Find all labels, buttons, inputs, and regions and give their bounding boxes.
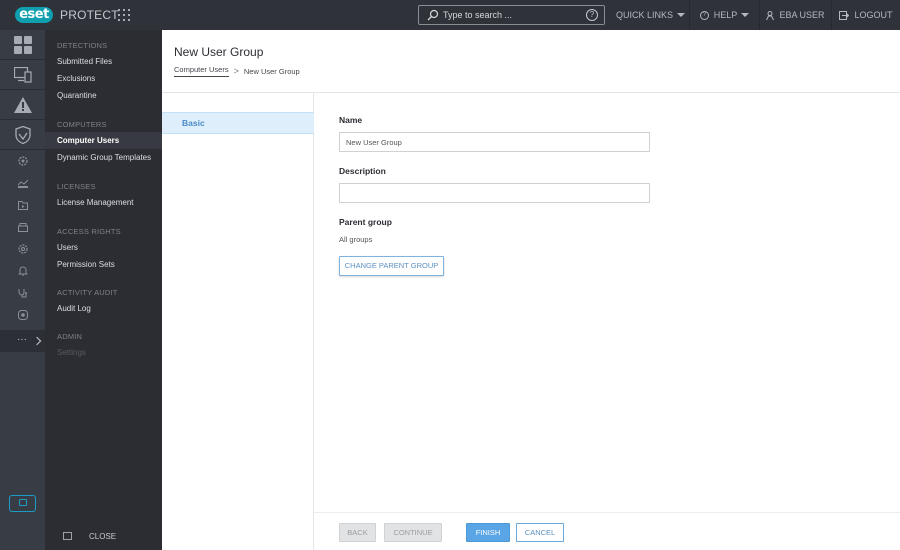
menu-heading-admin: ADMIN bbox=[57, 332, 83, 341]
name-label: Name bbox=[339, 115, 363, 125]
installers-icon bbox=[17, 222, 28, 232]
rail-policies[interactable] bbox=[0, 238, 45, 260]
menu-heading-licenses: LICENSES bbox=[57, 182, 96, 191]
chevron-right-icon: > bbox=[233, 66, 239, 76]
more-icon: ··· bbox=[17, 334, 27, 345]
chevron-right-icon bbox=[32, 336, 42, 346]
help-icon: ? bbox=[699, 10, 709, 20]
step-basic[interactable]: Basic bbox=[162, 112, 314, 134]
computers-icon bbox=[13, 66, 32, 83]
icon-rail: ··· bbox=[0, 30, 45, 550]
menu-item-submitted-files[interactable]: Submitted Files bbox=[45, 53, 162, 70]
description-input[interactable] bbox=[339, 183, 650, 203]
help-menu[interactable]: ? HELP bbox=[689, 0, 759, 30]
rail-more-tools[interactable] bbox=[0, 304, 45, 326]
collapse-icon bbox=[63, 532, 72, 540]
tasks-icon bbox=[17, 200, 28, 210]
detections-icon bbox=[13, 96, 32, 113]
menu-item-dynamic-group-templates[interactable]: Dynamic Group Templates bbox=[45, 149, 162, 166]
wizard-footer: BACK CONTINUE FINISH CANCEL bbox=[314, 512, 900, 550]
user-menu[interactable]: EBA USER bbox=[759, 0, 831, 30]
change-parent-group-button[interactable]: CHANGE PARENT GROUP bbox=[339, 256, 444, 276]
continue-button[interactable]: CONTINUE bbox=[384, 523, 442, 542]
policies-icon bbox=[17, 244, 28, 254]
breadcrumb-current: New User Group bbox=[243, 66, 300, 76]
status-overview-icon bbox=[18, 289, 27, 298]
menu-item-audit-log[interactable]: Audit Log bbox=[45, 300, 162, 317]
close-menu-button[interactable]: CLOSE bbox=[45, 528, 162, 546]
search-input[interactable]: Type to search ... bbox=[443, 10, 512, 20]
cancel-button[interactable]: CANCEL bbox=[516, 523, 564, 542]
rail-expand-button[interactable]: ··· bbox=[0, 330, 45, 352]
top-bar: eset PROTECT Type to search ... ? QUICK … bbox=[0, 0, 900, 30]
quick-links-menu[interactable]: QUICK LINKS bbox=[612, 0, 689, 30]
info-icon bbox=[17, 310, 28, 320]
rail-protections[interactable] bbox=[0, 120, 45, 150]
settings-gear-icon bbox=[17, 156, 28, 166]
close-label: CLOSE bbox=[89, 532, 117, 541]
menu-item-quarantine[interactable]: Quarantine bbox=[45, 87, 162, 104]
search-icon bbox=[427, 9, 439, 21]
breadcrumb-computer-users[interactable]: Computer Users bbox=[174, 65, 229, 77]
rail-dashboard[interactable] bbox=[0, 30, 45, 60]
product-name: PROTECT bbox=[60, 8, 119, 22]
menu-heading-activity-audit: ACTIVITY AUDIT bbox=[57, 288, 118, 297]
quick-links-label: QUICK LINKS bbox=[615, 10, 673, 20]
menu-item-computer-users[interactable]: Computer Users bbox=[45, 132, 162, 149]
protections-icon bbox=[14, 125, 31, 144]
notifications-icon bbox=[18, 266, 27, 276]
parent-group-value: All groups bbox=[339, 235, 373, 244]
rail-notifications[interactable] bbox=[0, 260, 45, 282]
logout-label: LOGOUT bbox=[854, 10, 893, 20]
page-title: New User Group bbox=[174, 45, 264, 59]
rail-status[interactable] bbox=[0, 282, 45, 304]
menu-item-permission-sets[interactable]: Permission Sets bbox=[45, 256, 162, 273]
chat-button[interactable] bbox=[9, 495, 36, 512]
main-content: New User Group Computer Users > New User… bbox=[162, 30, 900, 550]
finish-button[interactable]: FINISH bbox=[466, 523, 510, 542]
description-label: Description bbox=[339, 166, 386, 176]
user-label: EBA USER bbox=[779, 10, 825, 20]
logout-icon bbox=[839, 10, 850, 20]
breadcrumb: Computer Users > New User Group bbox=[174, 65, 300, 77]
wizard-steps: Basic bbox=[162, 93, 314, 550]
menu-item-users[interactable]: Users bbox=[45, 239, 162, 256]
rail-reports[interactable] bbox=[0, 172, 45, 194]
chat-icon bbox=[19, 499, 27, 506]
chevron-down-icon bbox=[741, 13, 750, 17]
apps-grid-icon[interactable] bbox=[118, 9, 130, 21]
menu-item-license-management[interactable]: License Management bbox=[45, 194, 162, 211]
eset-logo[interactable]: eset bbox=[15, 7, 53, 23]
rail-installers[interactable] bbox=[0, 216, 45, 238]
rail-computers[interactable] bbox=[0, 60, 45, 90]
chevron-down-icon bbox=[677, 13, 685, 17]
menu-heading-computers: COMPUTERS bbox=[57, 120, 107, 129]
user-icon bbox=[766, 10, 775, 20]
menu-heading-access-rights: ACCESS RIGHTS bbox=[57, 227, 121, 236]
name-input[interactable] bbox=[339, 132, 650, 152]
logout-button[interactable]: LOGOUT bbox=[831, 0, 900, 30]
dashboard-icon bbox=[13, 35, 32, 54]
back-button[interactable]: BACK bbox=[339, 523, 376, 542]
menu-item-settings[interactable]: Settings bbox=[45, 344, 162, 361]
rail-detections[interactable] bbox=[0, 90, 45, 120]
menu-heading-detections: DETECTIONS bbox=[57, 41, 108, 50]
search-box[interactable]: Type to search ... ? bbox=[418, 5, 605, 25]
help-label: HELP bbox=[713, 10, 738, 20]
rail-settings[interactable] bbox=[0, 150, 45, 172]
search-help-icon[interactable]: ? bbox=[586, 9, 598, 21]
menu-item-exclusions[interactable]: Exclusions bbox=[45, 70, 162, 87]
reports-icon bbox=[17, 179, 28, 188]
parent-group-label: Parent group bbox=[339, 217, 392, 227]
rail-tasks[interactable] bbox=[0, 194, 45, 216]
side-menu: DETECTIONS Submitted Files Exclusions Qu… bbox=[45, 30, 162, 550]
